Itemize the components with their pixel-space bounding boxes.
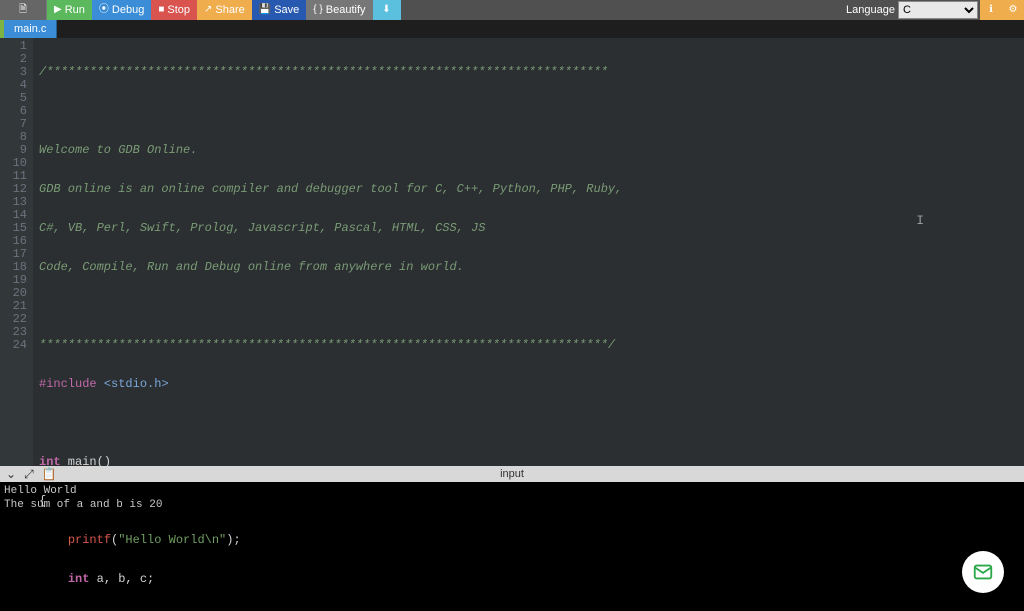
save-label: Save [274,0,299,20]
new-file-button[interactable]: 🗎 [0,0,46,20]
stop-icon: ■ [158,0,164,20]
tab-label: main.c [14,23,46,35]
tab-bar: main.c [0,20,1024,38]
share-label: Share [215,0,244,20]
toolbar-spacer [401,0,845,20]
stop-button[interactable]: ■Stop [151,0,197,20]
mail-icon [972,561,994,583]
settings-button[interactable]: ⚙ [1002,0,1024,20]
file-icon: 🗎 [19,0,27,20]
language-select[interactable]: C [898,1,978,19]
code-content[interactable]: /***************************************… [33,38,1024,466]
info-button[interactable]: ℹ [980,0,1002,20]
beautify-button[interactable]: { } Beautify [306,0,372,20]
download-icon: ⬇ [382,0,390,20]
expand-icon[interactable]: ⤢ [24,467,34,482]
language-picker: Language C [844,0,980,20]
gear-icon: ⚙ [1009,0,1018,20]
stop-label: Stop [167,0,190,20]
info-icon: ℹ [989,0,993,20]
io-panel-title: input [500,468,524,480]
share-icon: ↗ [204,0,212,20]
debug-icon: ⦿ [99,0,109,20]
io-toolbar: ⌄ ⤢ 📋 input [0,466,1024,482]
share-button[interactable]: ↗Share [197,0,252,20]
run-button[interactable]: ▶Run [47,0,92,20]
download-button[interactable]: ⬇ [373,0,401,20]
code-editor[interactable]: 123456789101112131415161718192021222324 … [0,38,1024,466]
save-button[interactable]: 💾Save [252,0,307,20]
toolbar: 🗎 ▶Run ⦿Debug ■Stop ↗Share 💾Save { } Beau… [0,0,1024,20]
play-icon: ▶ [54,0,62,20]
braces-icon: { } [313,0,322,20]
line-gutter: 123456789101112131415161718192021222324 [0,38,33,466]
run-label: Run [65,0,85,20]
tab-main-c[interactable]: main.c [4,20,57,38]
language-label: Language [846,4,895,16]
collapse-icon[interactable]: ⌄ [6,467,16,482]
copy-icon[interactable]: 📋 [42,467,57,482]
beautify-label: Beautify [326,0,366,20]
debug-button[interactable]: ⦿Debug [92,0,151,20]
debug-label: Debug [112,0,144,20]
chat-button[interactable] [962,551,1004,593]
save-icon: 💾 [259,0,271,20]
